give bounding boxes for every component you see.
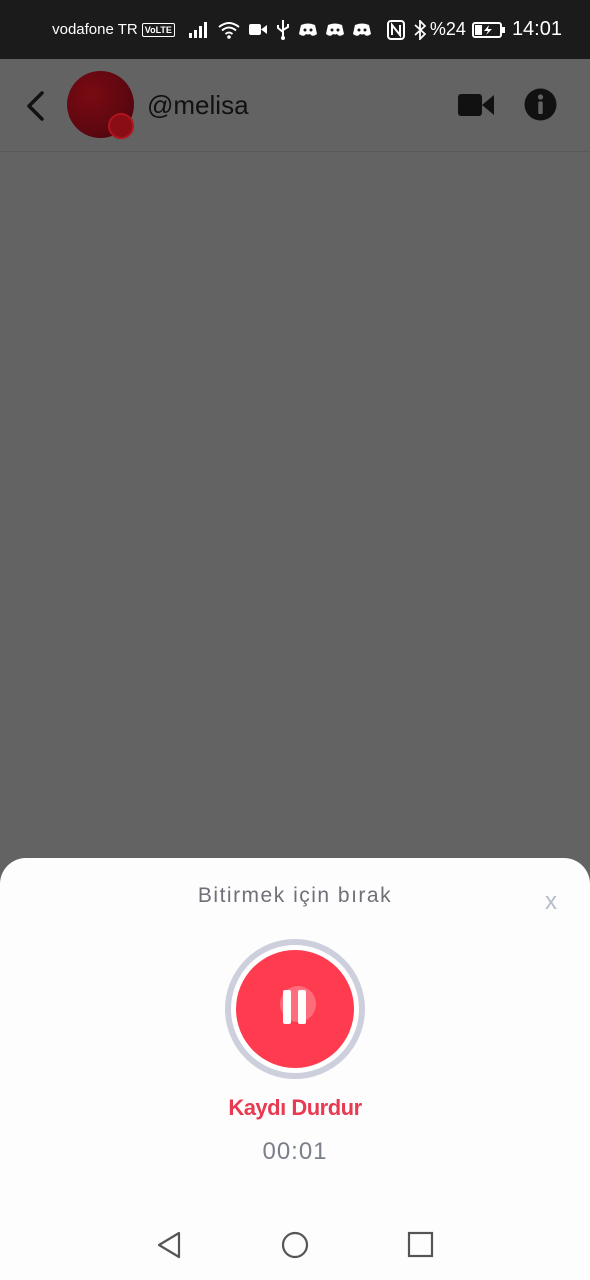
video-call-icon [458,94,494,116]
info-button[interactable] [524,88,557,121]
wifi-icon [218,21,240,39]
back-button[interactable] [22,89,50,123]
close-button[interactable]: x [545,888,557,916]
online-status-dot [108,113,134,139]
stop-record-button[interactable] [236,950,354,1068]
carrier-name: vodafone TR [52,21,138,38]
voice-record-sheet: Bitirmek için bırak x Kaydı Durdur 00:01 [0,858,590,1280]
nav-recents-button[interactable] [407,1231,435,1264]
nav-back-button[interactable] [155,1230,183,1265]
pause-bar-left [283,990,291,1024]
battery-percent: %24 [429,19,466,39]
discord-icon [325,23,344,37]
chat-username[interactable]: @melisa [147,90,249,121]
chat-header: @melisa [0,59,590,152]
discord-icon [352,23,371,37]
volte-badge: VoLTE [141,22,175,37]
signal-icon [188,21,209,38]
nav-back-icon [157,1231,181,1259]
back-arrow-icon [27,91,44,121]
status-bar: vodafone TR VoLTE %24 14:01 [0,0,590,59]
record-timer: 00:01 [262,1138,328,1165]
nav-home-button[interactable] [281,1230,309,1265]
nfc-icon [386,19,405,40]
discord-icon [298,23,317,37]
status-time: 14:01 [511,18,562,40]
video-call-button[interactable] [458,92,494,118]
info-icon [524,88,557,121]
usb-icon [276,19,290,40]
nav-recents-icon [407,1231,434,1258]
bluetooth-icon [414,19,426,40]
release-hint: Bitirmek için bırak [197,884,393,907]
video-camera-icon [248,23,267,36]
battery-charging-icon [471,21,506,38]
pause-bar-right [298,990,306,1024]
nav-home-icon [281,1231,309,1259]
stop-record-label[interactable]: Kaydı Durdur [0,1095,590,1121]
